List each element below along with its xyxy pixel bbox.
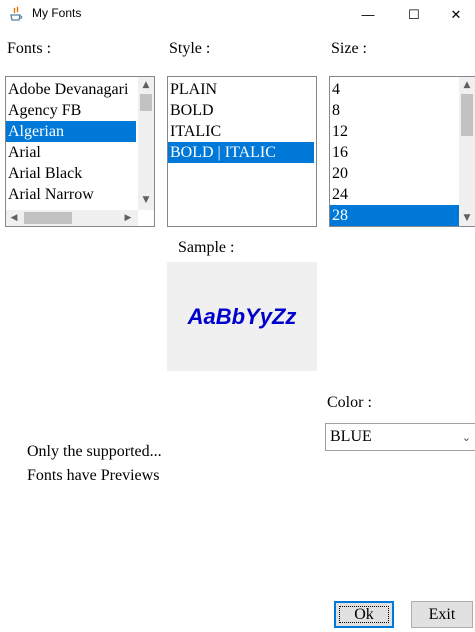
style-item-plain[interactable]: PLAIN (168, 79, 316, 100)
window-title: My Fonts (32, 6, 82, 20)
font-item-adobe-devanagari[interactable]: Adobe Devanagari (6, 79, 139, 100)
fonts-label: Fonts : (7, 40, 52, 57)
scroll-right-arrow-icon[interactable]: ▶ (120, 210, 136, 226)
fonts-horizontal-scrollbar[interactable]: ◀ ▶ (6, 210, 138, 226)
size-item-8[interactable]: 8 (330, 100, 460, 121)
style-label: Style : (169, 40, 211, 57)
color-select-value: BLUE (330, 428, 372, 445)
scroll-down-arrow-icon[interactable]: ▼ (459, 210, 475, 226)
fonts-list[interactable]: Adobe Devanagari Agency FB Algerian Aria… (5, 76, 155, 227)
note-line-2: Fonts have Previews (27, 467, 160, 484)
scroll-up-arrow-icon[interactable]: ▲ (459, 77, 475, 93)
exit-button-label: Exit (428, 605, 456, 623)
style-item-bold[interactable]: BOLD (168, 100, 316, 121)
size-vertical-scrollbar[interactable]: ▲ ▼ (459, 77, 475, 226)
scroll-left-arrow-icon[interactable]: ◀ (6, 210, 22, 226)
minimize-button[interactable]: — (345, 0, 391, 29)
size-item-16[interactable]: 16 (330, 142, 460, 163)
size-item-4[interactable]: 4 (330, 79, 460, 100)
size-item-24[interactable]: 24 (330, 184, 460, 205)
scroll-down-arrow-icon[interactable]: ▼ (138, 192, 154, 208)
size-item-12[interactable]: 12 (330, 121, 460, 142)
size-item-20[interactable]: 20 (330, 163, 460, 184)
fonts-horizontal-scroll-thumb[interactable] (24, 212, 72, 224)
font-item-arial-black[interactable]: Arial Black (6, 163, 139, 184)
focus-outline (339, 606, 389, 623)
font-item-agency-fb[interactable]: Agency FB (6, 100, 139, 121)
size-vertical-scroll-thumb[interactable] (461, 94, 473, 136)
font-item-algerian[interactable]: Algerian (6, 121, 136, 142)
style-item-italic[interactable]: ITALIC (168, 121, 316, 142)
font-item-arial[interactable]: Arial (6, 142, 139, 163)
style-list[interactable]: PLAIN BOLD ITALIC BOLD | ITALIC (167, 76, 317, 227)
maximize-button[interactable]: ☐ (391, 0, 437, 29)
note-line-1: Only the supported... (27, 443, 162, 460)
size-item-28[interactable]: 28 (330, 205, 460, 226)
chevron-down-icon[interactable]: ⌄ (462, 431, 471, 444)
size-label: Size : (331, 40, 367, 57)
sample-preview-panel: AaBbYyZz (167, 262, 317, 371)
fonts-vertical-scroll-thumb[interactable] (140, 94, 152, 111)
style-item-bold-italic[interactable]: BOLD | ITALIC (168, 142, 314, 163)
sample-label: Sample : (178, 239, 235, 256)
scroll-up-arrow-icon[interactable]: ▲ (138, 77, 154, 93)
sample-preview-text: AaBbYyZz (187, 303, 297, 329)
close-button[interactable]: ✕ (437, 0, 475, 29)
size-list[interactable]: 4 8 12 16 20 24 28 ▲ ▼ (329, 76, 475, 227)
ok-button[interactable]: Ok (334, 601, 394, 628)
exit-button[interactable]: Exit (411, 601, 473, 628)
java-app-icon (8, 6, 24, 22)
color-label: Color : (327, 394, 372, 411)
fonts-vertical-scrollbar[interactable]: ▲ ▼ (138, 77, 154, 210)
title-bar: My Fonts — ☐ ✕ (0, 0, 475, 29)
font-item-arial-narrow[interactable]: Arial Narrow (6, 184, 139, 205)
color-select[interactable]: BLUE ⌄ (325, 423, 475, 451)
